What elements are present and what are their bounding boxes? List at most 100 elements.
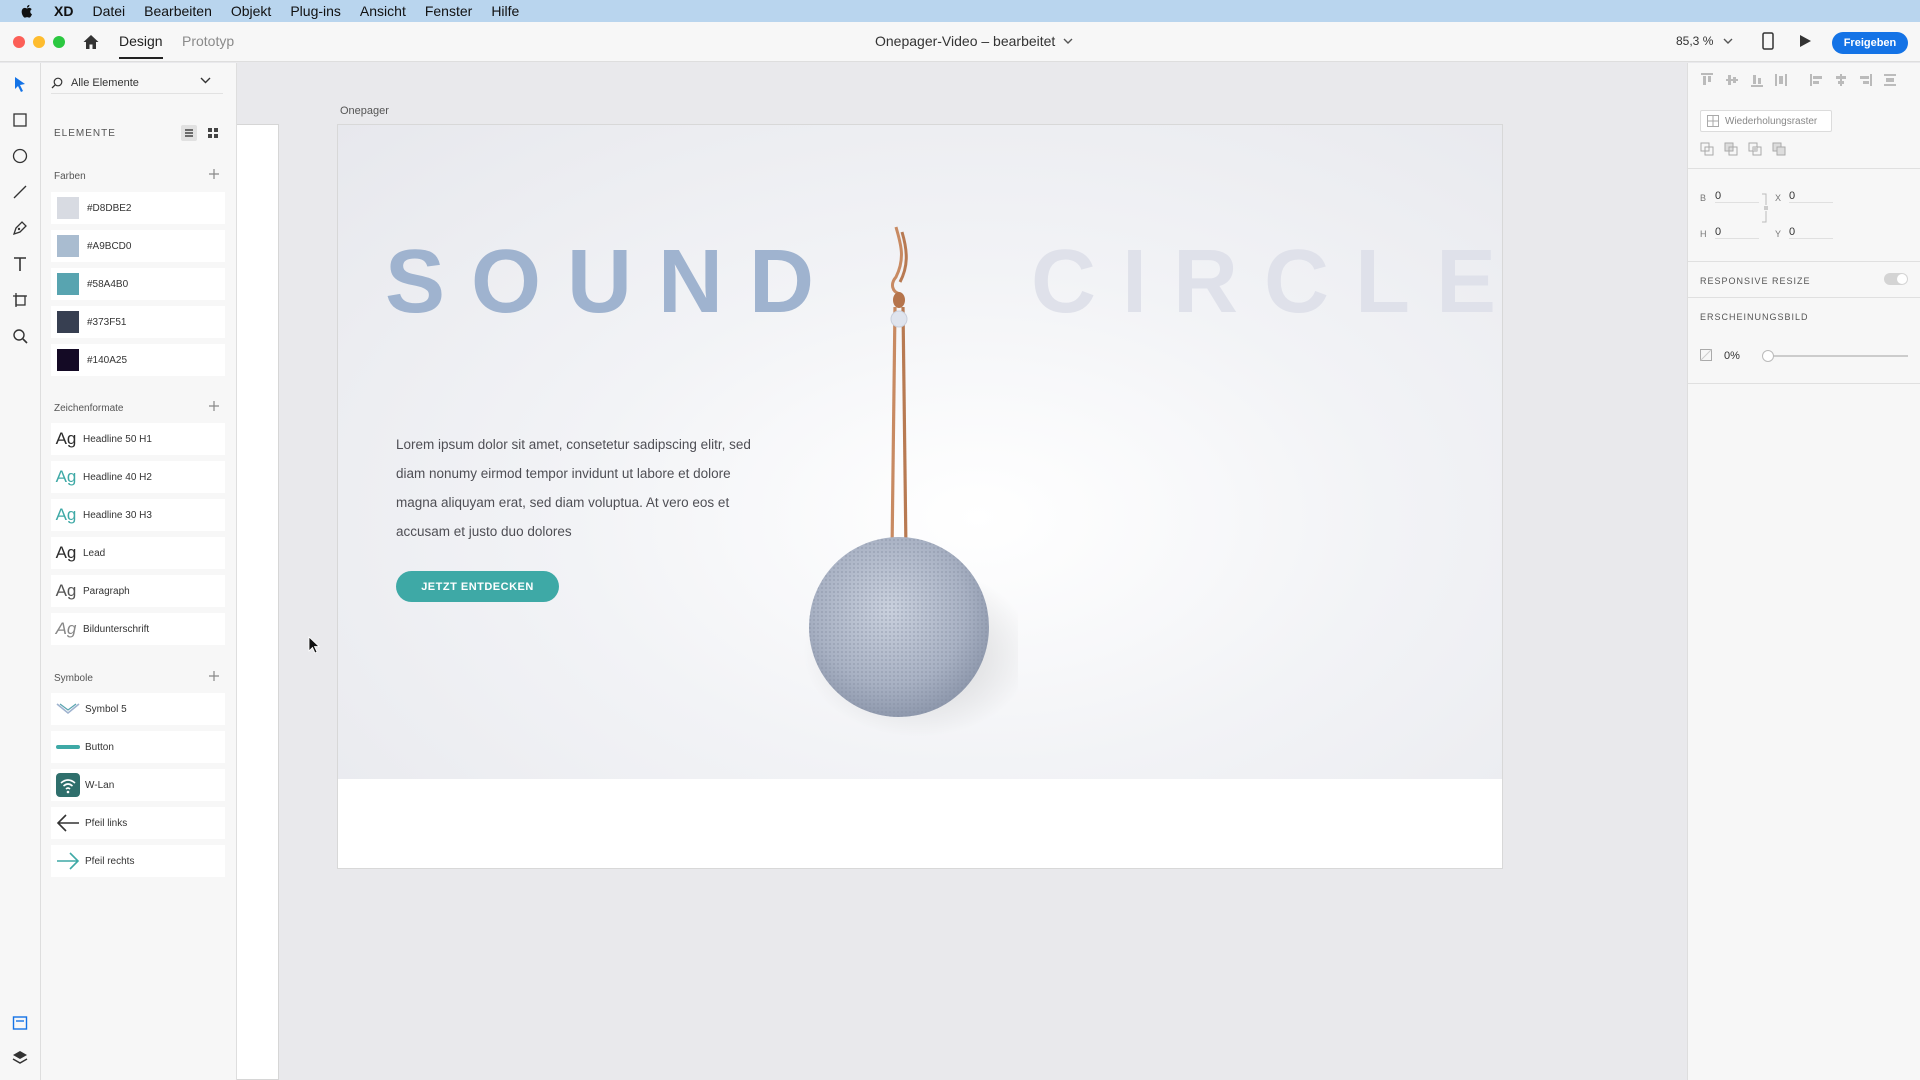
assets-filter-label: Alle Elemente (71, 76, 139, 89)
tab-prototyp[interactable]: Prototyp (182, 33, 234, 49)
charstyle-item[interactable]: Ag Headline 50 H1 (51, 423, 225, 455)
menu-bearbeiten[interactable]: Bearbeiten (144, 3, 212, 19)
align-top-icon[interactable] (1700, 73, 1714, 87)
home-icon[interactable] (82, 33, 100, 51)
mouse-cursor-icon (308, 636, 320, 654)
assets-panel: Alle Elemente ELEMENTE Farben #D8DBE2 #A… (41, 63, 237, 1080)
assets-panel-icon[interactable] (11, 1014, 29, 1032)
app-top-bar: Design Prototyp Onepager-Video – bearbei… (0, 22, 1920, 62)
color-swatch-item[interactable]: #D8DBE2 (51, 192, 225, 224)
color-swatch-item[interactable]: #373F51 (51, 306, 225, 338)
boolean-subtract-icon[interactable] (1724, 142, 1738, 156)
text-tool-icon[interactable] (11, 255, 29, 273)
rectangle-tool-icon[interactable] (11, 111, 29, 129)
share-button[interactable]: Freigeben (1832, 32, 1908, 54)
charstyle-sample: Ag (55, 581, 77, 600)
apple-icon[interactable] (18, 2, 36, 20)
grid-view-icon[interactable] (205, 125, 221, 141)
document-title-text: Onepager-Video – bearbeitet (875, 33, 1056, 49)
charstyle-item[interactable]: Ag Paragraph (51, 575, 225, 607)
lead-paragraph[interactable]: Lorem ipsum dolor sit amet, consetetur s… (396, 430, 756, 546)
ellipse-tool-icon[interactable] (11, 147, 29, 165)
opacity-slider[interactable] (1762, 350, 1908, 362)
select-tool-icon[interactable] (11, 75, 29, 93)
symbol-item[interactable]: Pfeil links (51, 807, 225, 839)
color-swatch-item[interactable]: #58A4B0 (51, 268, 225, 300)
opacity-slider-knob[interactable] (1762, 350, 1774, 362)
add-symbol-icon[interactable] (209, 671, 219, 681)
headline-sound[interactable]: SOUND (385, 231, 840, 334)
menu-plugins[interactable]: Plug-ins (290, 3, 341, 19)
tab-design[interactable]: Design (119, 33, 163, 59)
charstyle-item[interactable]: Ag Headline 40 H2 (51, 461, 225, 493)
artboard-label[interactable]: Onepager (340, 105, 389, 117)
menu-objekt[interactable]: Objekt (231, 3, 271, 19)
symbol-label: Symbol 5 (85, 703, 127, 715)
color-label: #A9BCD0 (87, 240, 132, 252)
symbol-label: W-Lan (85, 779, 115, 791)
repeat-grid-button[interactable]: Wiederholungsraster (1700, 110, 1832, 132)
artboard-onepager[interactable]: SOUND CIRCLE Lorem ipsum dolor sit amet,… (337, 124, 1503, 869)
symbol-item[interactable]: Button (51, 731, 225, 763)
layers-icon[interactable] (11, 1049, 29, 1067)
responsive-resize-toggle[interactable] (1884, 273, 1908, 285)
window-minimize-button[interactable] (33, 36, 45, 48)
charstyle-item[interactable]: Ag Headline 30 H3 (51, 499, 225, 531)
line-tool-icon[interactable] (11, 183, 29, 201)
pen-tool-icon[interactable] (11, 219, 29, 237)
assets-filter-dropdown[interactable]: Alle Elemente (51, 72, 223, 94)
cta-button[interactable]: JETZT ENTDECKEN (396, 571, 559, 602)
align-center-icon[interactable] (1834, 73, 1848, 87)
y-label: Y (1775, 229, 1782, 239)
document-title[interactable]: Onepager-Video – bearbeitet (875, 33, 1073, 49)
property-inspector: Wiederholungsraster B 0 X 0 H 0 Y 0 RESP… (1687, 63, 1920, 1080)
list-view-icon[interactable] (181, 125, 197, 141)
color-swatch-item[interactable]: #140A25 (51, 344, 225, 376)
distribute-horizontal-icon[interactable] (1883, 73, 1897, 87)
boolean-exclude-icon[interactable] (1772, 142, 1786, 156)
zoom-dropdown[interactable]: 85,3 % (1676, 34, 1733, 48)
color-swatch-item[interactable]: #A9BCD0 (51, 230, 225, 262)
menu-ansicht[interactable]: Ansicht (360, 3, 406, 19)
chevron-symbol-icon (55, 696, 81, 722)
symbol-item[interactable]: Symbol 5 (51, 693, 225, 725)
charstyle-item[interactable]: Ag Lead (51, 537, 225, 569)
opacity-input[interactable]: 0% (1724, 350, 1740, 362)
design-canvas[interactable]: Onepager SOUND CIRCLE Lorem ipsum dolor … (237, 63, 1687, 1080)
assets-heading: ELEMENTE (54, 128, 116, 139)
window-close-button[interactable] (13, 36, 25, 48)
align-bottom-icon[interactable] (1750, 73, 1764, 87)
x-input[interactable]: 0 (1789, 190, 1833, 203)
menu-app-name[interactable]: XD (54, 3, 73, 19)
align-middle-icon[interactable] (1725, 73, 1739, 87)
boolean-add-icon[interactable] (1700, 142, 1714, 156)
speaker-product-image[interactable] (788, 222, 1018, 742)
hero-section[interactable]: SOUND CIRCLE Lorem ipsum dolor sit amet,… (338, 125, 1502, 779)
adjacent-artboard[interactable] (237, 124, 279, 1080)
play-icon[interactable] (1797, 33, 1813, 49)
zoom-tool-icon[interactable] (11, 327, 29, 345)
height-input[interactable]: 0 (1715, 226, 1759, 239)
y-input[interactable]: 0 (1789, 226, 1833, 239)
chevron-down-icon (1063, 38, 1073, 44)
headline-circle[interactable]: CIRCLE (1031, 231, 1502, 334)
distribute-vertical-icon[interactable] (1774, 73, 1788, 87)
menu-datei[interactable]: Datei (92, 3, 125, 19)
align-right-icon[interactable] (1858, 73, 1872, 87)
add-color-icon[interactable] (209, 169, 219, 179)
lock-aspect-icon[interactable] (1762, 193, 1768, 223)
menu-fenster[interactable]: Fenster (425, 3, 472, 19)
symbol-label: Pfeil rechts (85, 855, 135, 867)
width-input[interactable]: 0 (1715, 190, 1759, 203)
window-zoom-button[interactable] (53, 36, 65, 48)
add-charstyle-icon[interactable] (209, 401, 219, 411)
symbol-item[interactable]: W-Lan (51, 769, 225, 801)
menu-hilfe[interactable]: Hilfe (491, 3, 519, 19)
boolean-intersect-icon[interactable] (1748, 142, 1762, 156)
charstyle-item[interactable]: Ag Bildunterschrift (51, 613, 225, 645)
align-left-icon[interactable] (1810, 73, 1824, 87)
charstyle-sample: Ag (55, 543, 77, 562)
device-preview-icon[interactable] (1762, 32, 1774, 50)
artboard-tool-icon[interactable] (11, 291, 29, 309)
symbol-item[interactable]: Pfeil rechts (51, 845, 225, 877)
